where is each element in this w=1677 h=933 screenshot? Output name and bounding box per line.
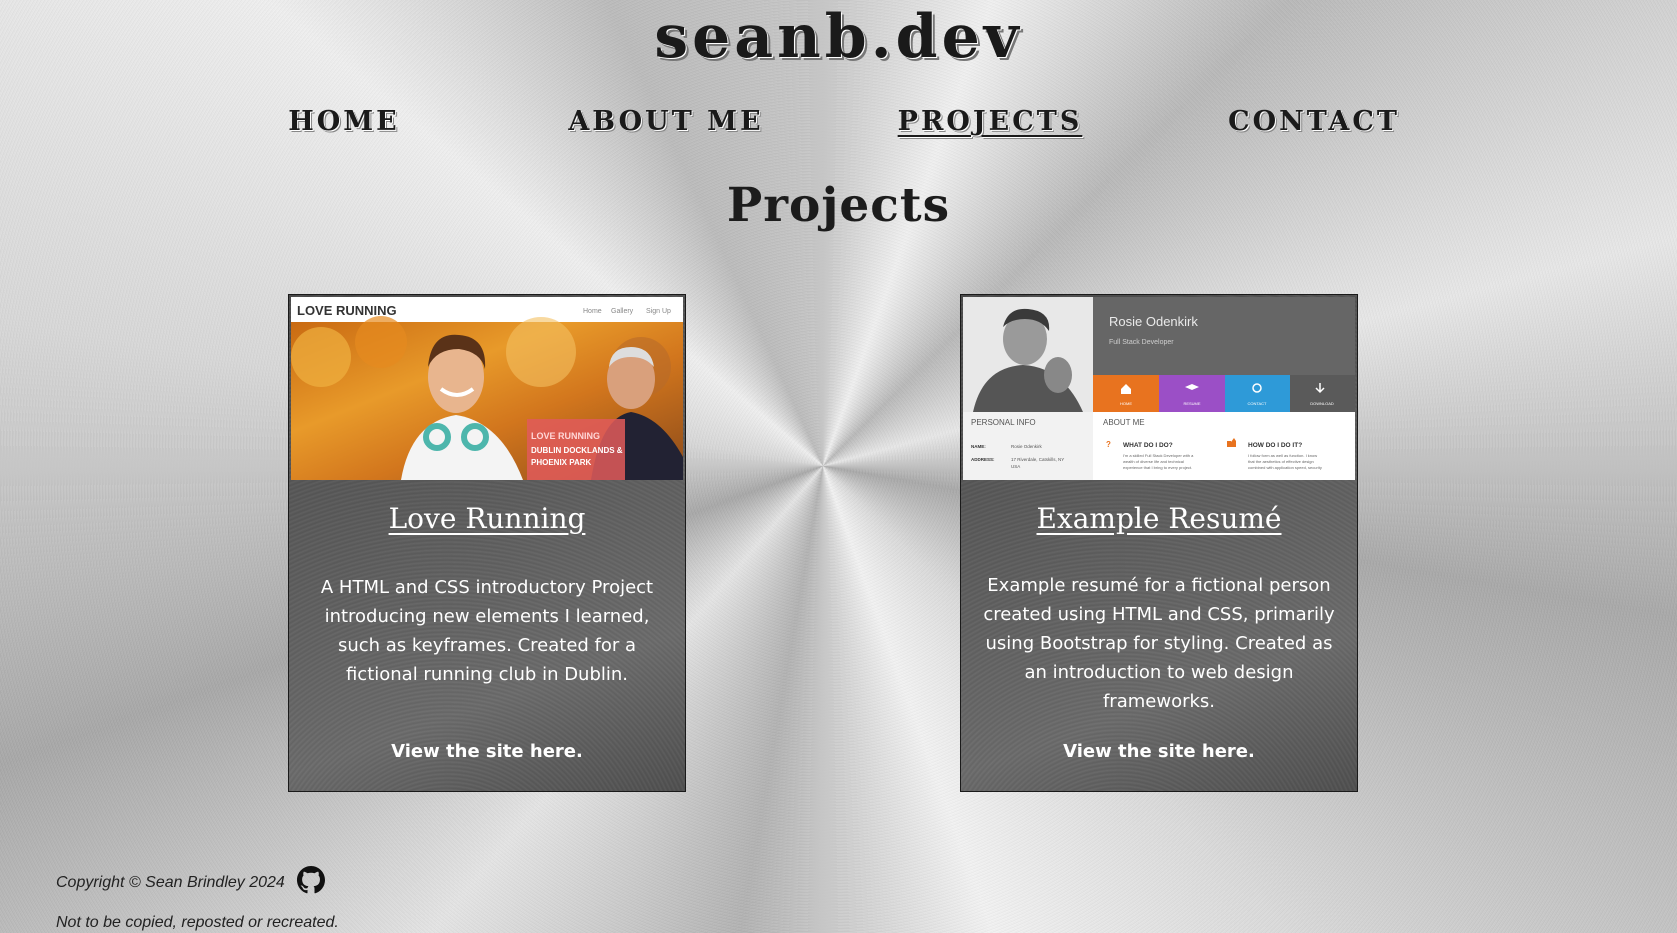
- ss-name: Rosie Odenkirk: [1109, 314, 1198, 329]
- ss-banner-2: DUBLIN DOCKLANDS &: [531, 446, 623, 455]
- ss-role: Full Stack Developer: [1109, 339, 1174, 346]
- ss-tab-resume: RESUME: [1183, 401, 1200, 406]
- ss-menu-home: Home: [583, 308, 602, 315]
- ss-menu-gallery: Gallery: [611, 308, 634, 315]
- ss-address-label: ADDRESS:: [971, 457, 995, 462]
- ss-q1: WHAT DO I DO?: [1123, 442, 1173, 449]
- ss-q2-text-2: that the aesthetics of effective design: [1248, 459, 1314, 464]
- ss-q1-text-1: I'm a skilled Full Stack Developer with …: [1123, 453, 1194, 458]
- ss-address-value2: USA: [1011, 464, 1020, 469]
- nav-contact[interactable]: CONTACT: [1228, 106, 1400, 137]
- ss-tab-home: HOME: [1120, 401, 1132, 406]
- ss-right-heading: ABOUT ME: [1103, 418, 1145, 427]
- footer-copyright: Copyright © Sean Brindley 2024: [56, 874, 285, 891]
- ss-tab-contact-bg: [1225, 375, 1290, 412]
- ss-tab-download: DOWNLOAD: [1310, 401, 1334, 406]
- nav-projects[interactable]: PROJECTS: [898, 106, 1083, 137]
- main-nav: HOME ABOUT ME PROJECTS CONTACT: [0, 106, 1677, 146]
- nav-about-me[interactable]: ABOUT ME: [568, 106, 763, 137]
- nav-home[interactable]: HOME: [288, 106, 400, 137]
- project-title-love-running[interactable]: Love Running: [289, 502, 685, 535]
- ss-tab-download-bg: [1290, 375, 1355, 412]
- project-screenshot-example-resume[interactable]: Rosie Odenkirk Full Stack Developer HOME…: [963, 297, 1355, 480]
- ss-banner-3: PHOENIX PARK: [531, 458, 592, 467]
- ss-q1-text-2: wealth of diverse life and technical: [1123, 459, 1184, 464]
- footer-note: Not to be copied, reposted or recreated.: [56, 914, 339, 931]
- site-title: seanb.dev: [654, 2, 1023, 72]
- ss-q2-text-3: combined with application speed, securit…: [1248, 465, 1322, 470]
- project-screenshot-love-running[interactable]: LOVE RUNNING Home Gallery Sign Up LOVE R…: [291, 297, 683, 480]
- ss-q2: HOW DO I DO IT?: [1248, 442, 1302, 449]
- project-card-love-running: LOVE RUNNING Home Gallery Sign Up LOVE R…: [288, 294, 686, 792]
- github-icon[interactable]: [297, 866, 325, 894]
- ss-address-value: 17 Riverdale, Catskills, NY: [1011, 457, 1064, 462]
- ss-q1-text-3: experience that I bring to every project…: [1123, 465, 1192, 470]
- ss-name-value: Rosie Odenkirk: [1011, 444, 1043, 449]
- svg-text:?: ?: [1106, 440, 1111, 449]
- ss-name-label: NAME:: [971, 444, 986, 449]
- project-title-example-resume[interactable]: Example Resumé: [961, 502, 1357, 535]
- view-site-link-love-running[interactable]: View the site here.: [289, 741, 685, 762]
- ss-tab-contact: CONTACT: [1247, 401, 1267, 406]
- project-description-example-resume: Example resumé for a fictional person cr…: [983, 575, 1335, 712]
- project-description-love-running: A HTML and CSS introductory Project intr…: [320, 577, 654, 685]
- ss-q2-text-1: I follow form as well as function. I kno…: [1248, 453, 1317, 458]
- ss-left-heading: PERSONAL INFO: [971, 418, 1036, 427]
- ss-menu-signup: Sign Up: [646, 308, 671, 315]
- project-card-example-resume: Rosie Odenkirk Full Stack Developer HOME…: [960, 294, 1358, 792]
- ss-brand: LOVE RUNNING: [297, 303, 397, 318]
- ss-tab-resume-bg: [1159, 375, 1225, 412]
- ss-banner-1: LOVE RUNNING: [531, 431, 600, 441]
- view-site-link-example-resume[interactable]: View the site here.: [961, 741, 1357, 762]
- page-title: Projects: [726, 178, 951, 233]
